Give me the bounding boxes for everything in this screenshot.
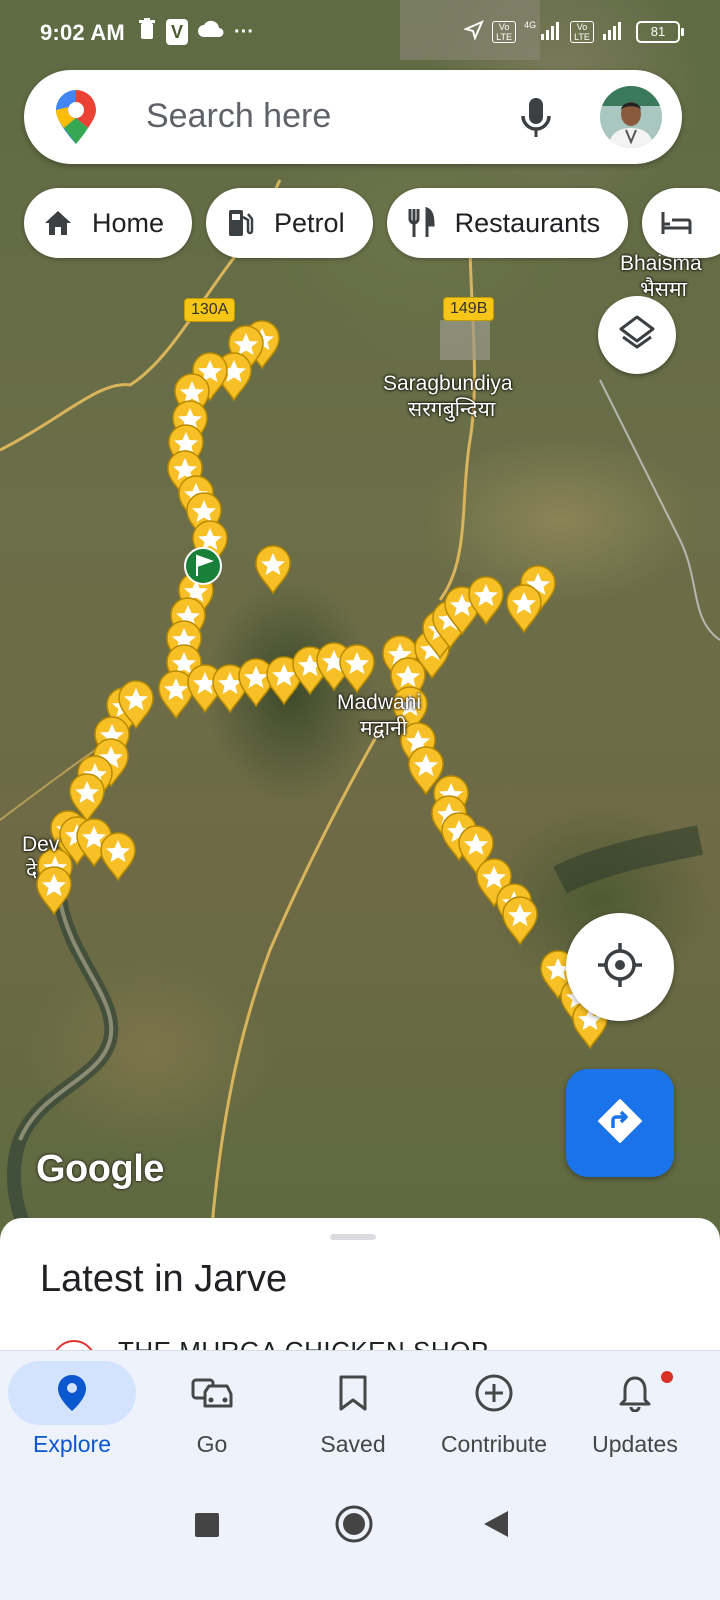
crosshair-icon	[596, 941, 644, 994]
place-label-madwani: Madwani	[337, 691, 422, 714]
flag-marker[interactable]	[184, 547, 222, 585]
recents-square-icon[interactable]	[194, 1512, 220, 1543]
my-location-button[interactable]	[566, 913, 674, 1021]
chip-petrol-label: Petrol	[274, 207, 345, 238]
chip-restaurants-label: Restaurants	[454, 207, 601, 238]
location-arrow-icon	[463, 20, 485, 43]
nav-saved-label: Saved	[320, 1431, 386, 1457]
place-label-saragbundiya: Saragbundiya	[383, 372, 513, 395]
fork-knife-icon	[405, 207, 437, 239]
nav-contribute-label: Contribute	[440, 1431, 548, 1457]
bell-icon	[571, 1361, 699, 1425]
map-layers-button[interactable]	[598, 296, 676, 374]
network-type: 4G	[524, 20, 537, 30]
sheet-title: Latest in Jarve	[40, 1258, 288, 1300]
nav-contribute[interactable]: Contribute	[422, 1351, 566, 1475]
place-thumbnail-icon	[52, 1340, 96, 1350]
latest-place-title[interactable]: THE MURGA CHICKEN SHOP	[118, 1336, 489, 1350]
back-triangle-icon[interactable]	[482, 1509, 510, 1544]
explore-pin-icon	[8, 1361, 136, 1425]
nav-updates[interactable]: Updates	[563, 1351, 707, 1475]
chip-restaurants[interactable]: Restaurants	[386, 188, 629, 258]
google-maps-pin-icon	[56, 90, 96, 144]
bottom-sheet[interactable]: Latest in Jarve THE MURGA CHICKEN SHOP	[0, 1218, 720, 1350]
place-label-dev: Dev	[22, 833, 60, 856]
nav-go[interactable]: Go	[140, 1351, 284, 1475]
place-label-dev-hindi: दे	[26, 859, 38, 882]
fuel-pump-icon	[224, 207, 256, 239]
star-marker[interactable]	[255, 545, 291, 595]
volte-icon: Vo LTE	[570, 20, 594, 43]
star-marker[interactable]	[502, 896, 538, 946]
status-time: 9:02 AM	[40, 20, 125, 45]
chip-home-label: Home	[92, 207, 165, 238]
bottom-navigation: Explore Go Saved Contribute Updates	[0, 1350, 720, 1475]
layers-icon	[617, 313, 657, 358]
directions-button[interactable]	[566, 1069, 674, 1177]
chip-hotels[interactable]	[642, 188, 720, 258]
star-marker[interactable]	[100, 832, 136, 882]
nav-explore-label: Explore	[33, 1431, 111, 1457]
notification-dot	[661, 1371, 673, 1383]
4g-signal-icon: 4G	[524, 20, 562, 43]
nav-explore[interactable]: Explore	[0, 1351, 144, 1475]
battery-icon: 81	[636, 20, 684, 43]
microphone-icon[interactable]	[518, 94, 554, 142]
directions-icon	[597, 1098, 643, 1149]
system-navigation-bar	[0, 1474, 720, 1600]
star-marker[interactable]	[36, 866, 72, 916]
status-bar: 9:02 AM V ··· Vo LTE 4G Vo LTE 81	[0, 0, 720, 64]
avatar[interactable]	[600, 86, 662, 148]
home-circle-icon[interactable]	[334, 1504, 374, 1549]
trash-icon	[138, 18, 156, 46]
home-icon	[42, 207, 74, 239]
more-notifications: ···	[234, 20, 254, 43]
search-bar[interactable]: Search here	[24, 70, 682, 164]
chip-home[interactable]: Home	[24, 188, 193, 258]
chip-petrol[interactable]: Petrol	[206, 188, 373, 258]
sheet-drag-handle[interactable]	[330, 1234, 376, 1240]
car-icon	[148, 1361, 276, 1425]
volte-icon: Vo LTE	[492, 20, 517, 43]
star-marker[interactable]	[506, 584, 542, 634]
route-shield-149b: 149B	[443, 297, 495, 321]
nav-saved[interactable]: Saved	[281, 1351, 425, 1475]
nav-updates-label: Updates	[592, 1431, 678, 1457]
google-watermark: Google	[36, 1148, 164, 1190]
add-circle-icon	[430, 1361, 558, 1425]
nav-go-label: Go	[196, 1431, 228, 1457]
cloud-icon	[198, 20, 224, 44]
bed-icon	[660, 207, 692, 239]
category-chips: Home Petrol Restaurants	[24, 188, 720, 258]
signal-icon	[602, 20, 628, 43]
place-label-madwani-hindi: मद्वानी	[360, 717, 408, 740]
v-app-icon: V	[166, 19, 189, 45]
star-marker[interactable]	[238, 658, 274, 708]
place-label-saragbundiya-hindi: सरगबुन्दिया	[408, 398, 496, 421]
route-shield-130a: 130A	[184, 298, 236, 322]
search-input[interactable]: Search here	[146, 97, 331, 136]
bookmark-icon	[289, 1361, 417, 1425]
star-marker[interactable]	[339, 644, 375, 694]
